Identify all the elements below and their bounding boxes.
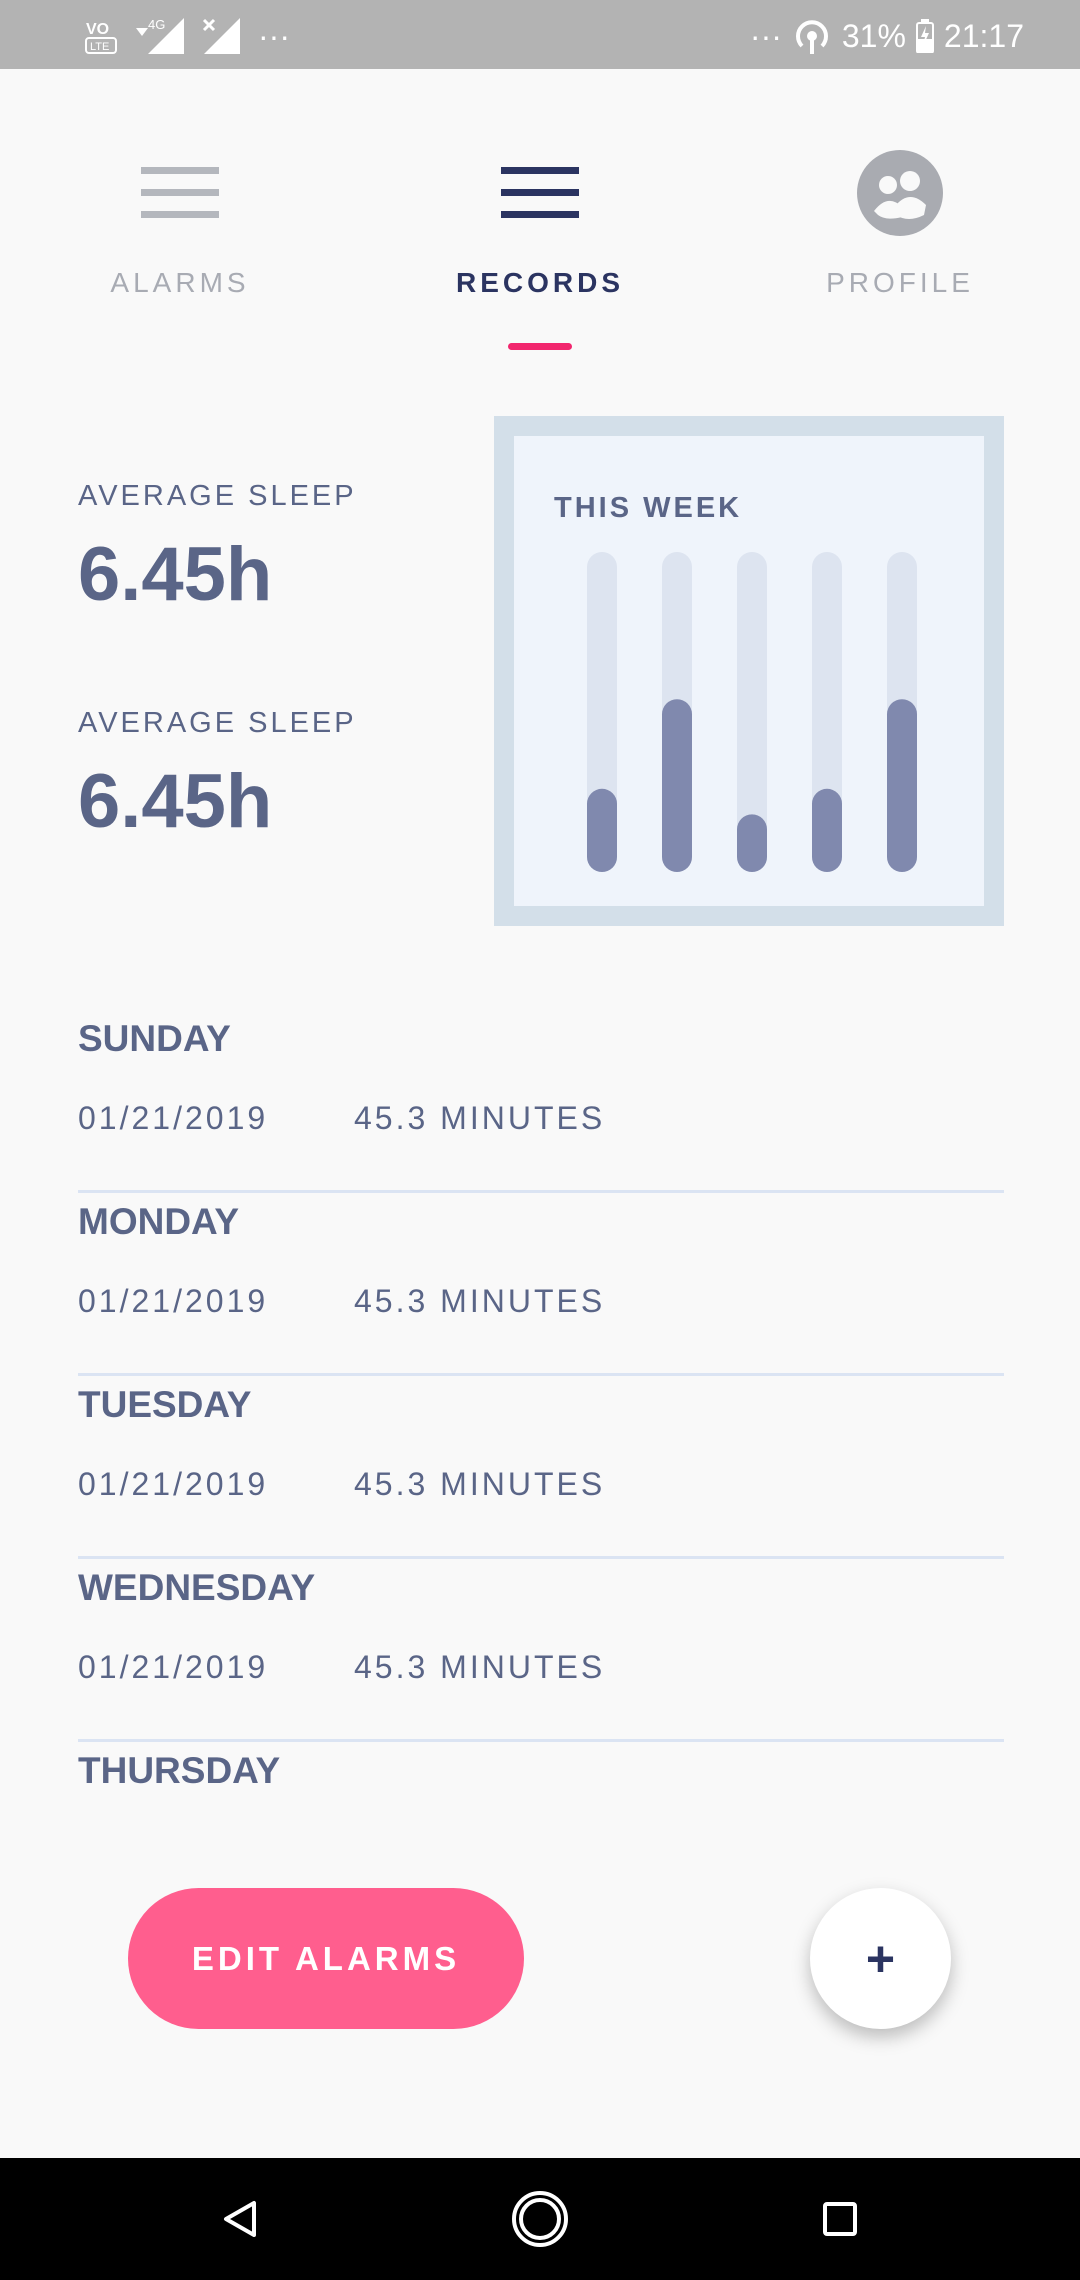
day-date: 01/21/2019	[78, 1649, 269, 1685]
list-item[interactable]: SUNDAY 01/21/2019 45.3 MINUTES	[78, 1010, 1004, 1193]
signal-x-icon	[200, 16, 244, 56]
day-list: SUNDAY 01/21/2019 45.3 MINUTES MONDAY 01…	[78, 1010, 1004, 1922]
plus-icon: +	[865, 1930, 896, 1987]
status-bar: VO LTE 4G ··· ··· 31% 21:17	[0, 0, 1080, 69]
status-left-icons: VO LTE 4G ···	[84, 14, 290, 58]
notification-dots: ···	[258, 17, 290, 54]
back-triangle-icon	[224, 2201, 256, 2237]
day-duration: 45.3 MINUTES	[354, 1649, 606, 1685]
tab-profile-label: PROFILE	[826, 267, 974, 298]
battery-charging-icon	[915, 19, 934, 53]
day-name: MONDAY	[78, 1201, 240, 1242]
battery-percent: 31%	[841, 17, 906, 54]
list-item[interactable]: TUESDAY 01/21/2019 45.3 MINUTES	[78, 1376, 1004, 1559]
day-date: 01/21/2019	[78, 1283, 269, 1319]
svg-text:VO: VO	[86, 21, 109, 38]
tab-alarms-label: ALARMS	[110, 267, 250, 298]
stat-value: 6.45h	[78, 532, 273, 617]
day-name: WEDNESDAY	[78, 1567, 316, 1608]
overflow-dots: ···	[749, 17, 782, 54]
day-name: SUNDAY	[78, 1018, 231, 1059]
menu-lines-icon	[390, 140, 690, 245]
menu-lines-icon	[30, 140, 330, 245]
chart-bar	[737, 814, 767, 872]
tab-records-label: RECORDS	[455, 267, 624, 298]
home-circle-icon	[512, 2191, 568, 2247]
volte-icon: VO LTE	[84, 16, 120, 56]
chart-bar	[812, 788, 842, 872]
status-right-icons: ··· 31% 21:17	[750, 14, 1024, 58]
chart-inner: THIS WEEK	[514, 436, 984, 906]
chart-bar	[887, 699, 917, 872]
average-sleep-stat: AVERAGE SLEEP 6.45h	[78, 480, 357, 618]
system-nav-bar	[0, 2158, 1080, 2280]
week-bar-chart	[587, 552, 917, 872]
day-duration: 45.3 MINUTES	[354, 1283, 606, 1319]
chart-bar	[662, 699, 692, 872]
stat-label: AVERAGE SLEEP	[78, 707, 357, 739]
signal-4g-icon: 4G	[134, 16, 186, 56]
nav-home-button[interactable]	[500, 2158, 580, 2280]
clock: 21:17	[943, 17, 1024, 54]
nav-recents-button[interactable]	[800, 2158, 880, 2280]
list-item[interactable]: MONDAY 01/21/2019 45.3 MINUTES	[78, 1193, 1004, 1376]
chart-bar	[587, 788, 617, 872]
tab-alarms[interactable]: ALARMS	[30, 140, 330, 299]
day-date: 01/21/2019	[78, 1466, 269, 1502]
add-button[interactable]: +	[810, 1888, 951, 2029]
recents-square-icon	[823, 2202, 857, 2236]
edit-alarms-button[interactable]: EDIT ALARMS	[128, 1888, 524, 2029]
profile-avatar-icon	[750, 140, 1050, 245]
list-item[interactable]: WEDNESDAY 01/21/2019 45.3 MINUTES	[78, 1559, 1004, 1742]
day-duration: 45.3 MINUTES	[354, 1466, 606, 1502]
this-week-chart-card: THIS WEEK	[494, 416, 1004, 926]
day-name: THURSDAY	[78, 1750, 281, 1791]
active-tab-indicator	[508, 343, 572, 350]
hotspot-icon	[792, 16, 832, 56]
average-sleep-stat: AVERAGE SLEEP 6.45h	[78, 707, 357, 845]
stat-label: AVERAGE SLEEP	[78, 480, 357, 512]
tab-profile[interactable]: PROFILE	[750, 140, 1050, 299]
day-name: TUESDAY	[78, 1384, 252, 1425]
svg-text:4G: 4G	[148, 17, 165, 32]
svg-text:LTE: LTE	[90, 41, 109, 53]
stat-value: 6.45h	[78, 759, 273, 844]
day-duration: 45.3 MINUTES	[354, 1100, 606, 1136]
top-tabs: ALARMS RECORDS PROFILE	[0, 140, 1080, 360]
tab-records[interactable]: RECORDS	[390, 140, 690, 299]
nav-back-button[interactable]	[200, 2158, 280, 2280]
day-date: 01/21/2019	[78, 1100, 269, 1136]
